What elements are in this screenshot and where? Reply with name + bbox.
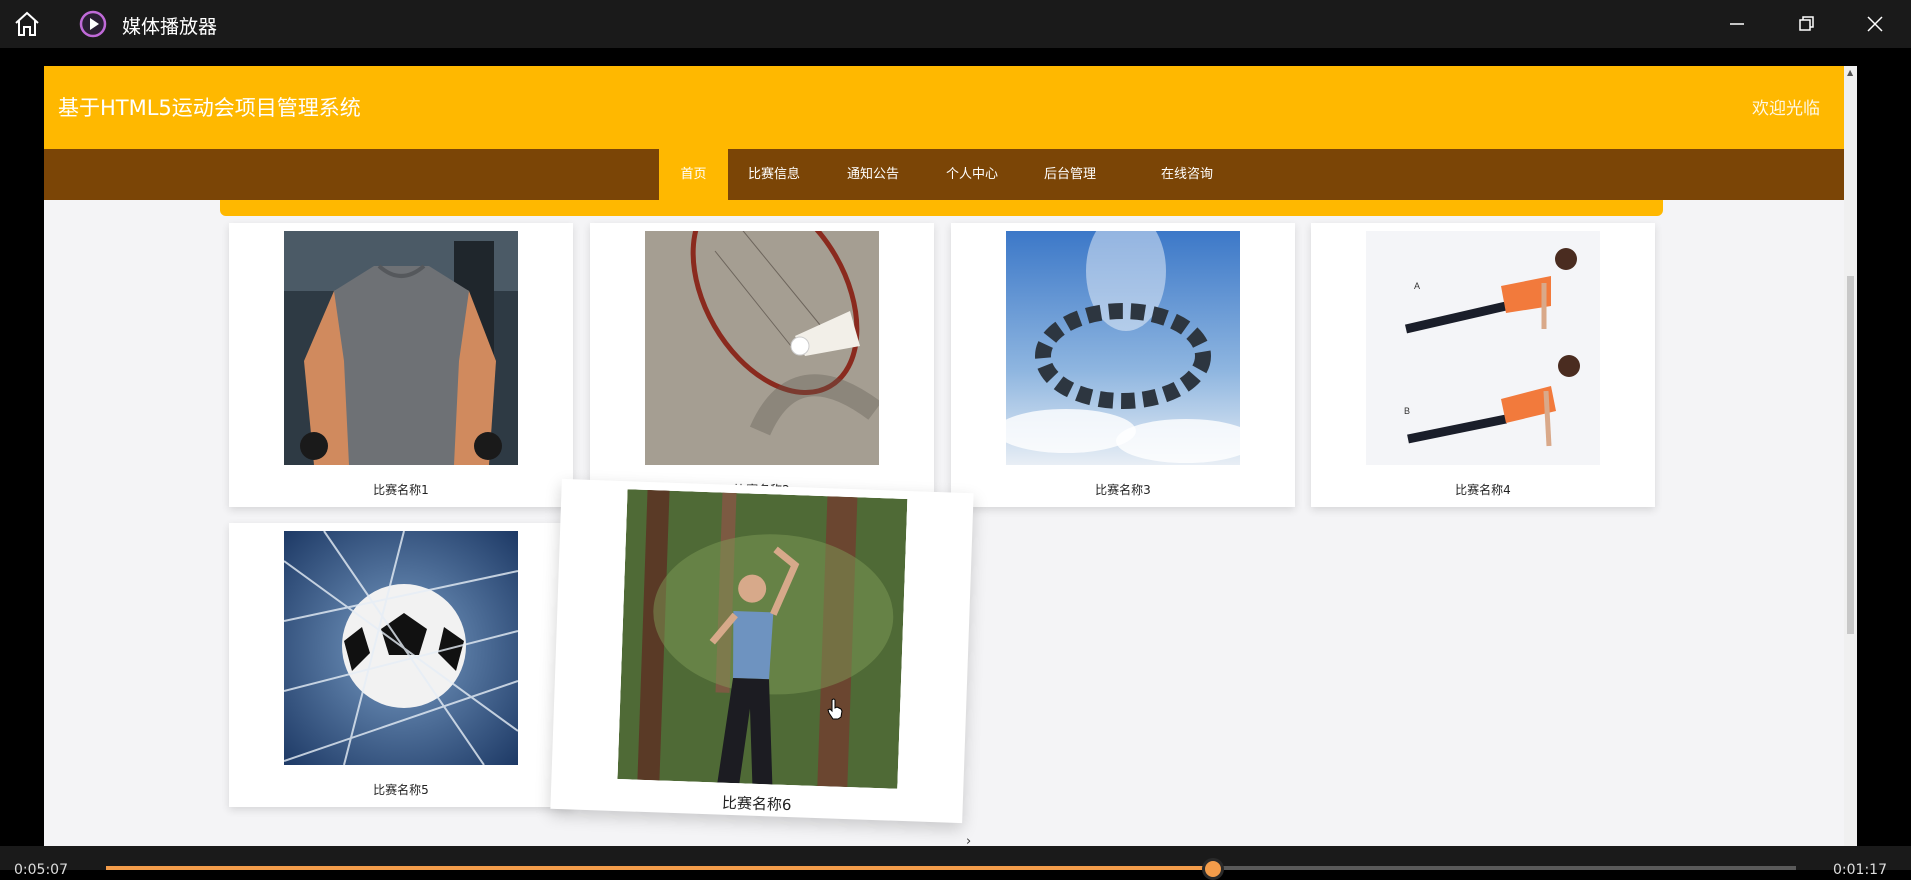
playback-bar: 0:05:07 0:01:17 [0,846,1911,880]
section-header-strip [220,200,1663,216]
play-logo-icon [79,10,107,38]
scroll-up-icon[interactable]: ▲ [1847,68,1853,77]
restore-icon[interactable] [1790,8,1822,40]
home-icon[interactable] [12,10,42,38]
nav-item-notices[interactable]: 通知公告 [825,149,921,200]
progress-knob[interactable] [1201,858,1224,880]
progress-fill [106,866,1213,870]
progress-track[interactable] [106,866,1796,870]
card-label: 比赛名称1 [373,483,429,497]
competition-card[interactable]: 比赛名称1 [229,223,573,507]
nav-item-consult[interactable]: 在线咨询 [1146,149,1228,200]
hand-cursor-icon [827,698,843,720]
site-nav: 首页 比赛信息 通知公告 个人中心 后台管理 在线咨询 [44,149,1844,200]
competition-card[interactable]: 比赛名称2 [590,223,934,507]
scroll-thumb[interactable] [1847,276,1854,634]
minimize-icon[interactable] [1721,8,1753,40]
competition-card[interactable]: 比赛名称3 [951,223,1295,507]
card-image-gym [284,231,518,465]
close-icon[interactable] [1859,8,1891,40]
nav-item-admin[interactable]: 后台管理 [1024,149,1116,200]
next-arrow[interactable]: › [966,834,971,846]
card-image-soccer [284,531,518,765]
video-frame[interactable]: 基于HTML5运动会项目管理系统 欢迎光临 首页 比赛信息 通知公告 个人中心 … [44,66,1857,846]
competition-card-hovered[interactable]: 比赛名称6 [550,478,974,824]
card-image-pushup: A B [1366,231,1600,465]
card-image-badminton [645,231,879,465]
card-label: 比赛名称3 [1095,483,1151,497]
site-header: 基于HTML5运动会项目管理系统 欢迎光临 [44,66,1844,149]
svg-text:B: B [1404,406,1410,416]
player-titlebar: 媒体播放器 [0,0,1911,48]
total-time: 0:01:17 [1833,862,1887,878]
nav-item-profile[interactable]: 个人中心 [929,149,1015,200]
card-image-skydiving [1006,231,1240,465]
card-label: 比赛名称6 [721,793,792,815]
card-image-stretching [617,489,908,789]
competition-card[interactable]: A B 比赛名称4 [1311,223,1655,507]
nav-item-home[interactable]: 首页 [659,149,728,200]
welcome-text: 欢迎光临 [1752,99,1820,119]
card-label: 比赛名称4 [1455,483,1511,497]
player-title: 媒体播放器 [122,16,218,38]
page-scrollbar[interactable]: ▲ [1844,66,1857,846]
nav-item-competitions[interactable]: 比赛信息 [734,149,814,200]
competition-card[interactable]: 比赛名称5 [229,523,573,807]
current-time: 0:05:07 [14,862,68,878]
svg-text:A: A [1414,281,1420,291]
card-label: 比赛名称5 [373,783,429,797]
site-title: 基于HTML5运动会项目管理系统 [58,96,361,120]
